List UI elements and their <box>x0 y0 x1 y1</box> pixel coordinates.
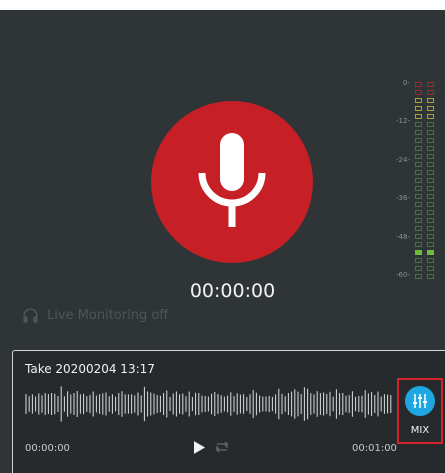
meter-segment <box>427 250 434 255</box>
meter-segment <box>415 178 422 183</box>
time-start: 00:00:00 <box>25 443 70 454</box>
meter-label-60: -60- <box>396 271 410 279</box>
waveform[interactable] <box>25 384 395 424</box>
meter-segment <box>427 178 434 183</box>
meter-label-12: -12- <box>396 117 410 125</box>
meter-segment <box>415 210 422 215</box>
meter-segment <box>415 170 422 175</box>
meter-segment <box>415 194 422 199</box>
status-bar <box>0 0 445 10</box>
meter-segment <box>427 162 434 167</box>
meter-segment <box>427 106 434 111</box>
meter-segment <box>415 82 422 87</box>
take-panel: Take 20200204 13:17 00:00:00 00:01:00 MI… <box>12 350 445 473</box>
meter-segment <box>427 274 434 279</box>
mixer-sliders-icon <box>413 394 427 408</box>
meter-segment <box>427 210 434 215</box>
live-monitoring-toggle[interactable]: Live Monitoring off <box>22 307 168 324</box>
meter-segment <box>415 186 422 191</box>
meter-segment <box>415 234 422 239</box>
record-button[interactable] <box>151 101 313 263</box>
recording-timer: 00:00:00 <box>189 280 276 302</box>
meter-segment <box>427 114 434 119</box>
meter-label-24: -24- <box>396 156 410 164</box>
meter-segment <box>415 258 422 263</box>
meter-segment <box>427 218 434 223</box>
meter-segment <box>415 226 422 231</box>
meter-segment <box>415 266 422 271</box>
repeat-icon <box>215 441 229 453</box>
meter-segment <box>415 114 422 119</box>
take-title: Take 20200204 13:17 <box>25 362 155 376</box>
mix-button[interactable]: MIX <box>397 378 443 444</box>
live-monitoring-label: Live Monitoring off <box>47 308 169 323</box>
meter-segment <box>427 266 434 271</box>
meter-segment <box>427 242 434 247</box>
time-end: 00:01:00 <box>352 443 397 454</box>
meter-label-36: -36- <box>396 194 410 202</box>
meter-segment <box>427 122 434 127</box>
meter-label-48: -48- <box>396 233 410 241</box>
meter-segment <box>415 122 422 127</box>
mix-label: MIX <box>410 425 430 436</box>
meter-segment <box>415 146 422 151</box>
repeat-button[interactable] <box>213 439 231 455</box>
meter-label-0: 0- <box>403 79 410 87</box>
meter-segment <box>415 218 422 223</box>
meter-segment <box>415 242 422 247</box>
mix-icon-circle <box>405 386 435 416</box>
meter-segment <box>415 274 422 279</box>
play-icon <box>193 440 205 454</box>
meter-segment <box>415 98 422 103</box>
meter-segment <box>415 250 422 255</box>
meter-segment <box>415 106 422 111</box>
meter-segment <box>427 82 434 87</box>
meter-segment <box>427 226 434 231</box>
meter-segment <box>427 258 434 263</box>
meter-segment <box>427 138 434 143</box>
meter-segment <box>427 130 434 135</box>
meter-segment <box>427 146 434 151</box>
meter-segment <box>427 90 434 95</box>
meter-segment <box>427 170 434 175</box>
microphone-icon <box>198 133 266 227</box>
meter-segment <box>415 162 422 167</box>
level-meter <box>415 82 434 279</box>
meter-segment <box>415 90 422 95</box>
meter-segment <box>427 194 434 199</box>
meter-segment <box>427 202 434 207</box>
meter-segment <box>415 130 422 135</box>
meter-segment <box>427 186 434 191</box>
meter-segment <box>415 202 422 207</box>
meter-segment <box>427 154 434 159</box>
meter-segment <box>427 234 434 239</box>
meter-segment <box>415 138 422 143</box>
meter-segment <box>427 98 434 103</box>
meter-segment <box>415 154 422 159</box>
play-button[interactable] <box>191 439 207 455</box>
headphones-icon <box>23 308 38 323</box>
